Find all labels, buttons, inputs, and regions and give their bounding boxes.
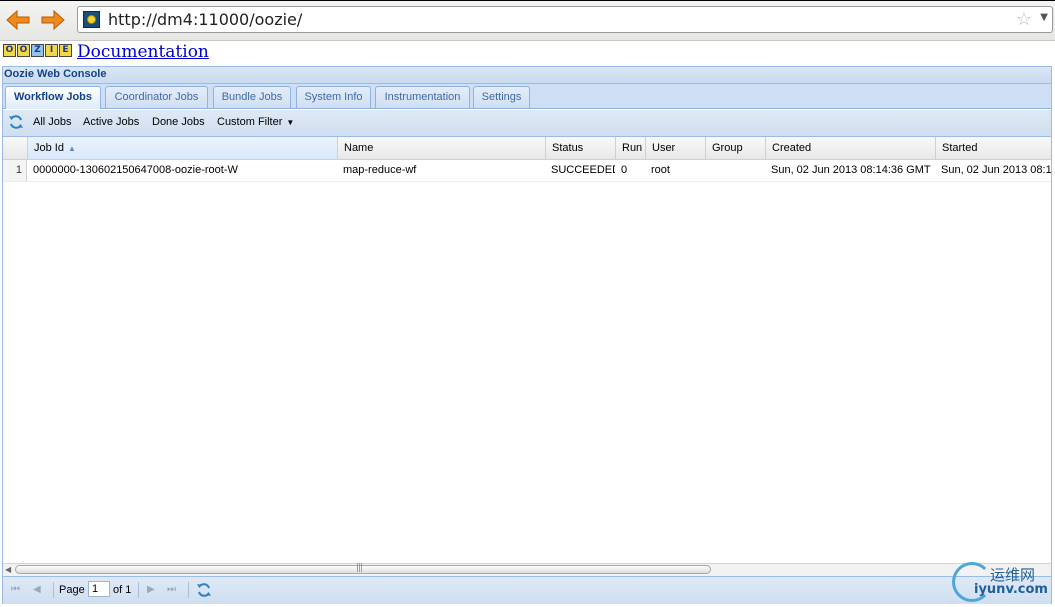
url-dropdown-icon[interactable]: ▼: [1040, 12, 1048, 23]
sort-ascending-icon: ▲: [67, 144, 76, 153]
page-number-input[interactable]: [88, 581, 110, 597]
browser-toolbar: http://dm4:11000/oozie/ ☆ ▼: [0, 0, 1055, 41]
rownum-header: [3, 137, 27, 159]
scrollbar-grip-icon: |||: [356, 563, 363, 573]
column-header-label: Job Id: [34, 142, 64, 154]
tab-instrumentation[interactable]: Instrumentation: [375, 86, 470, 108]
forward-arrow-icon[interactable]: [40, 9, 66, 31]
tab-bundle-jobs[interactable]: Bundle Jobs: [213, 86, 291, 108]
separator: [53, 582, 54, 598]
next-page-icon[interactable]: ▶: [147, 584, 155, 595]
scrollbar-thumb[interactable]: |||: [15, 563, 711, 574]
cell-status: SUCCEEDED: [551, 164, 615, 176]
custom-filter-label: Custom Filter: [217, 116, 283, 128]
cell-name: map-reduce-wf: [343, 164, 417, 176]
tab-settings[interactable]: Settings: [473, 86, 530, 108]
documentation-link[interactable]: Documentation: [77, 42, 209, 62]
column-header-started[interactable]: Started: [935, 137, 1051, 159]
bookmark-star-icon[interactable]: ☆: [1016, 9, 1032, 30]
logo-letter: Z: [31, 44, 44, 57]
table-row[interactable]: 1 0000000-130602150647008-oozie-root-W m…: [3, 160, 1051, 182]
back-arrow-icon[interactable]: [5, 9, 31, 31]
tab-coordinator-jobs[interactable]: Coordinator Jobs: [105, 86, 208, 108]
column-header-status[interactable]: Status: [545, 137, 615, 159]
refresh-icon[interactable]: [8, 114, 24, 130]
last-page-icon[interactable]: ⏭: [167, 584, 176, 595]
page-count-label: of 1: [113, 584, 132, 596]
cell-group: [705, 160, 765, 181]
page-label: Page: [59, 584, 85, 596]
tab-strip: Workflow Jobs Coordinator Jobs Bundle Jo…: [3, 84, 1051, 109]
active-jobs-button[interactable]: Active Jobs: [83, 116, 139, 128]
done-jobs-button[interactable]: Done Jobs: [152, 116, 205, 128]
custom-filter-button[interactable]: Custom Filter ▼: [217, 116, 294, 128]
logo-letter: I: [45, 44, 58, 57]
cell-run: 0: [621, 164, 628, 176]
paging-toolbar: ⏮ ◀ Page of 1 ▶ ⏭: [3, 576, 1051, 604]
cell-user: root: [651, 164, 670, 176]
column-header-created[interactable]: Created: [765, 137, 935, 159]
dropdown-arrow-icon: ▼: [286, 118, 295, 127]
watermark-text-en: iyunv.com: [974, 582, 1048, 597]
oozie-console-panel: Oozie Web Console Workflow Jobs Coordina…: [2, 66, 1052, 604]
oozie-logo: O O Z I E: [3, 44, 73, 58]
column-header-job-id[interactable]: Job Id ▲: [27, 137, 337, 159]
horizontal-scrollbar[interactable]: ◀ |||: [3, 563, 1051, 576]
address-bar[interactable]: http://dm4:11000/oozie/ ☆ ▼: [77, 6, 1053, 33]
column-header-name[interactable]: Name: [337, 137, 545, 159]
logo-letter: O: [17, 44, 30, 57]
url-text[interactable]: http://dm4:11000/oozie/: [108, 10, 302, 29]
first-page-icon[interactable]: ⏮: [11, 584, 20, 595]
jobs-toolbar: All Jobs Active Jobs Done Jobs Custom Fi…: [3, 109, 1051, 137]
separator: [188, 582, 189, 598]
column-header-run[interactable]: Run: [615, 137, 645, 159]
all-jobs-button[interactable]: All Jobs: [33, 116, 72, 128]
cell-started: Sun, 02 Jun 2013 08:14:36 GMT: [941, 164, 1051, 176]
tab-system-info[interactable]: System Info: [296, 86, 371, 108]
cell-job-id[interactable]: 0000000-130602150647008-oozie-root-W: [27, 160, 337, 181]
site-favicon-icon: [83, 11, 100, 28]
prev-page-icon[interactable]: ◀: [33, 584, 41, 595]
scroll-left-arrow-icon[interactable]: ◀: [5, 565, 11, 574]
separator: [138, 582, 139, 598]
panel-title: Oozie Web Console: [3, 67, 1051, 84]
refresh-icon[interactable]: [196, 582, 212, 598]
cell-created: Sun, 02 Jun 2013 08:14:36 GMT: [771, 164, 931, 176]
logo-letter: O: [3, 44, 16, 57]
tab-workflow-jobs[interactable]: Workflow Jobs: [5, 86, 101, 109]
grid-header: Job Id ▲ Name Status Run User Group Creat…: [3, 137, 1051, 160]
row-number: 1: [3, 160, 27, 181]
window-edge: [0, 0, 1055, 1]
column-header-user[interactable]: User: [645, 137, 705, 159]
logo-letter: E: [59, 44, 72, 57]
watermark: 运维网 iyunv.com: [952, 560, 1052, 604]
column-header-group[interactable]: Group: [705, 137, 765, 159]
